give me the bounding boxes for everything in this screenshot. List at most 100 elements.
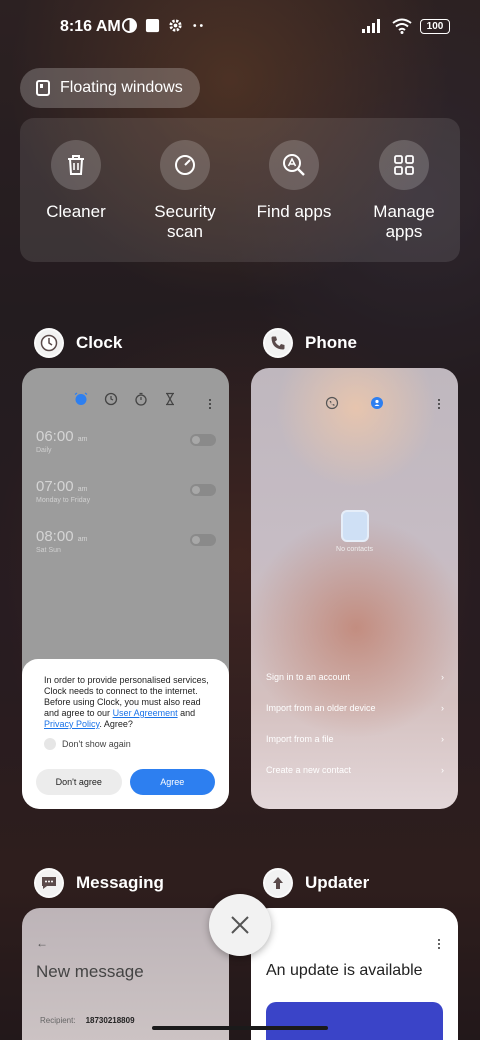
updater-app-card[interactable]: An update is available bbox=[251, 908, 458, 1040]
cleaner-label: Cleaner bbox=[46, 202, 106, 221]
status-time: 8:16 AM bbox=[60, 18, 121, 35]
dont-agree-button[interactable]: Don't agree bbox=[36, 769, 122, 795]
sign-in-account-option[interactable]: Sign in to an account › bbox=[266, 672, 444, 682]
alarm-time: 08:00 am bbox=[36, 528, 216, 545]
messaging-app-header[interactable]: Messaging bbox=[34, 868, 164, 898]
notification-icons bbox=[122, 18, 206, 33]
alarm-ampm: am bbox=[77, 436, 88, 443]
cleaner-circle bbox=[51, 140, 101, 190]
floating-windows-button[interactable]: Floating windows bbox=[20, 68, 200, 108]
alarm-repeat: Monday to Friday bbox=[36, 497, 91, 504]
clock-icon bbox=[40, 334, 58, 352]
updater-app-icon bbox=[263, 868, 293, 898]
dont-show-again-label: Don't show again bbox=[62, 739, 131, 749]
floating-window-icon bbox=[36, 80, 50, 96]
timer-tab-icon[interactable] bbox=[163, 392, 177, 406]
phone-app-title: Phone bbox=[305, 333, 357, 352]
alarm-toggle[interactable] bbox=[190, 484, 216, 496]
update-available-title: An update is available bbox=[266, 962, 423, 979]
close-icon bbox=[231, 916, 249, 934]
world-clock-tab-icon[interactable] bbox=[104, 392, 118, 406]
chevron-right-icon: › bbox=[441, 672, 444, 682]
status-bar: 8:16 AM 100 bbox=[0, 0, 480, 56]
more-options-icon[interactable] bbox=[437, 938, 441, 950]
recipient-row[interactable]: Recipient: 18730218809 bbox=[40, 1016, 135, 1025]
alarm-ampm: am bbox=[77, 486, 88, 493]
recents-tab-icon[interactable] bbox=[325, 396, 339, 410]
option-label: Sign in to an account bbox=[266, 672, 351, 682]
option-label: Create a new contact bbox=[266, 765, 352, 775]
system-status-icons: 100 bbox=[362, 18, 450, 34]
alarm-row[interactable]: 08:00 am Sat Sun bbox=[36, 528, 216, 568]
phone-app-icon bbox=[263, 328, 293, 358]
agree-button[interactable]: Agree bbox=[129, 769, 215, 795]
updater-app-header[interactable]: Updater bbox=[263, 868, 369, 898]
alarm-time: 06:00 am bbox=[36, 428, 216, 445]
phone-app-card[interactable]: No contacts Sign in to an account › Impor… bbox=[251, 368, 458, 809]
clock-app-header[interactable]: Clock bbox=[34, 328, 122, 358]
alarm-toggle[interactable] bbox=[190, 434, 216, 446]
dialog-text-and: and bbox=[177, 708, 196, 718]
clock-app-title: Clock bbox=[76, 333, 123, 352]
more-options-icon[interactable] bbox=[208, 398, 212, 410]
messaging-app-card[interactable]: ← New message Recipient: 18730218809 bbox=[22, 908, 229, 1040]
updater-app-title: Updater bbox=[305, 873, 370, 892]
alarm-time-value: 06:00 bbox=[36, 428, 74, 445]
alarm-ampm: am bbox=[77, 536, 88, 543]
security-scan-label: Security scan bbox=[154, 202, 216, 241]
manage-apps-label: Manage apps bbox=[373, 202, 435, 241]
update-banner-image bbox=[266, 1002, 443, 1040]
option-label: Import from a file bbox=[266, 734, 334, 744]
cleaner-button[interactable]: Cleaner bbox=[26, 140, 126, 222]
import-older-device-option[interactable]: Import from an older device › bbox=[266, 703, 444, 713]
trash-icon bbox=[68, 155, 84, 175]
dialog-message: In order to provide personalised service… bbox=[44, 675, 215, 730]
app-notification-icon bbox=[145, 18, 160, 33]
alarm-repeat: Daily bbox=[36, 447, 52, 454]
dont-show-again-checkbox[interactable] bbox=[44, 738, 56, 750]
alarm-time-value: 08:00 bbox=[36, 528, 74, 545]
grid-icon bbox=[394, 155, 414, 175]
arrow-up-icon bbox=[273, 877, 283, 889]
privacy-policy-link[interactable]: Privacy Policy bbox=[44, 719, 99, 729]
find-apps-button[interactable]: Find apps bbox=[244, 140, 344, 222]
gear-icon bbox=[169, 19, 182, 32]
dont-show-again-option[interactable]: Don't show again bbox=[44, 738, 215, 750]
quick-actions-panel: Cleaner Security scan Find apps Manage a… bbox=[20, 118, 460, 262]
internet-consent-dialog: In order to provide personalised service… bbox=[22, 659, 229, 809]
phone-app-header[interactable]: Phone bbox=[263, 328, 357, 358]
clock-app-card[interactable]: 06:00 am Daily 07:00 am Monday to Friday… bbox=[22, 368, 229, 809]
alarm-row[interactable]: 07:00 am Monday to Friday bbox=[36, 478, 216, 518]
phone-icon bbox=[271, 336, 285, 350]
security-scan-button[interactable]: Security scan bbox=[135, 140, 235, 242]
chevron-right-icon: › bbox=[441, 703, 444, 713]
import-file-option[interactable]: Import from a file › bbox=[266, 734, 444, 744]
more-options-icon[interactable] bbox=[437, 398, 441, 410]
battery-icon: 100 bbox=[420, 18, 450, 34]
alarm-toggle[interactable] bbox=[190, 534, 216, 546]
theme-icon bbox=[122, 18, 137, 33]
alarm-tab-icon[interactable] bbox=[74, 392, 88, 406]
user-agreement-link[interactable]: User Agreement bbox=[113, 708, 178, 718]
recipient-value: 18730218809 bbox=[85, 1016, 135, 1025]
alarm-time: 07:00 am bbox=[36, 478, 216, 495]
no-contacts-text: No contacts bbox=[336, 546, 373, 553]
home-indicator[interactable] bbox=[152, 1026, 328, 1030]
contacts-tab-icon[interactable] bbox=[370, 396, 384, 410]
create-contact-option[interactable]: Create a new contact › bbox=[266, 765, 444, 775]
floating-windows-label: Floating windows bbox=[60, 79, 183, 96]
find-apps-circle bbox=[269, 140, 319, 190]
security-scan-circle bbox=[160, 140, 210, 190]
contacts-empty-icon bbox=[341, 510, 369, 542]
wifi-icon bbox=[392, 18, 412, 34]
recipient-label: Recipient: bbox=[40, 1016, 76, 1025]
messaging-app-title: Messaging bbox=[76, 873, 164, 892]
dialog-buttons: Don't agree Agree bbox=[36, 769, 215, 795]
alarm-row[interactable]: 06:00 am Daily bbox=[36, 428, 216, 468]
clock-tabs bbox=[22, 392, 229, 412]
manage-apps-button[interactable]: Manage apps bbox=[354, 140, 454, 242]
stopwatch-tab-icon[interactable] bbox=[134, 392, 148, 406]
chevron-right-icon: › bbox=[441, 765, 444, 775]
back-arrow-icon[interactable]: ← bbox=[36, 936, 48, 950]
clear-all-button[interactable] bbox=[209, 894, 271, 956]
